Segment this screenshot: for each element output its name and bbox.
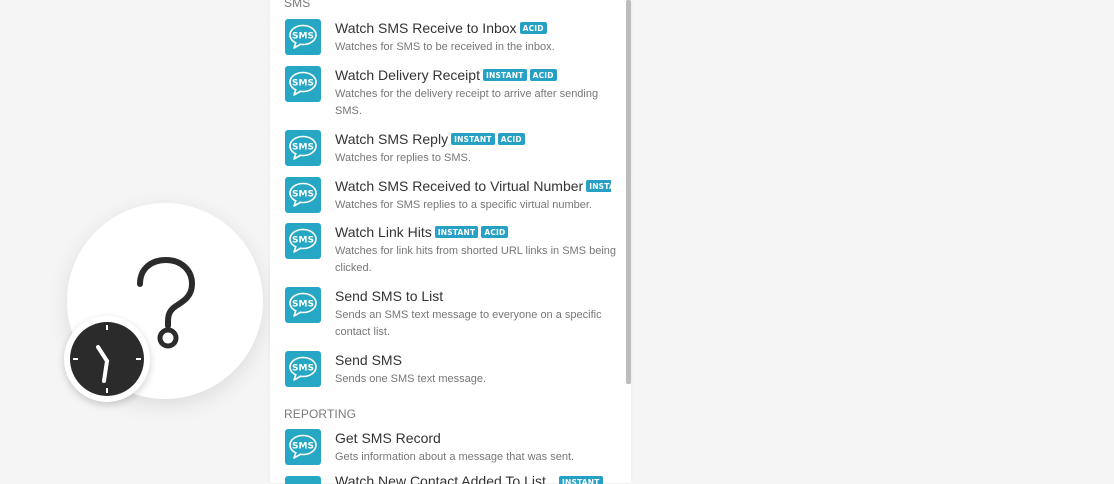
- sms-app-icon: SMS: [285, 19, 321, 55]
- module-description: Sends one SMS text message.: [335, 373, 487, 385]
- module-title: Send SMS: [335, 351, 402, 368]
- svg-text:SMS: SMS: [292, 79, 314, 89]
- sms-icon: SMS: [289, 356, 317, 381]
- svg-text:SMS: SMS: [292, 300, 314, 310]
- module-description: Sends an SMS text message to everyone on…: [335, 309, 602, 338]
- module-title: Watch SMS Received to Virtual Number: [335, 177, 584, 194]
- module-title: Watch SMS Receive to Inbox: [335, 19, 517, 36]
- module-title: Get SMS Record: [335, 429, 441, 446]
- module-title: Watch Delivery Receipt: [335, 66, 480, 83]
- instant-badge: INSTANT: [586, 179, 611, 192]
- module-description: Watches for the delivery receipt to arri…: [335, 88, 599, 117]
- sms-app-icon: SMS: [285, 223, 321, 259]
- module-title-row: Send SMS to List: [335, 287, 611, 307]
- sms-icon: SMS: [289, 434, 317, 459]
- module-title-row: Get SMS Record: [335, 429, 611, 449]
- sms-app-icon: SMS: [285, 287, 321, 323]
- acid-badge: ACID: [481, 225, 509, 238]
- svg-text:SMS: SMS: [292, 236, 314, 246]
- module-title: Watch SMS Reply: [335, 130, 449, 147]
- sms-app-icon: SMS: [285, 130, 321, 166]
- sms-icon: SMS: [289, 182, 317, 207]
- instant-badge: INSTANT: [434, 225, 479, 238]
- module-title-row: Watch SMS Received to Virtual Number INST…: [335, 177, 611, 197]
- module-description: Watches for SMS replies to a specific vi…: [335, 199, 592, 211]
- module-description: Watches for SMS to be received in the in…: [335, 41, 555, 53]
- svg-text:SMS: SMS: [292, 32, 314, 42]
- acid-badge: ACID: [497, 132, 525, 145]
- section-header-sms: SMS: [284, 0, 311, 10]
- sms-icon: SMS: [289, 228, 317, 253]
- sms-app-icon: SMS: [285, 351, 321, 387]
- module-title-row: Watch SMS Receive to Inbox ACID: [335, 19, 611, 39]
- svg-text:SMS: SMS: [292, 442, 314, 452]
- sms-icon: SMS: [289, 24, 317, 49]
- module-title: Watch Link Hits: [335, 223, 432, 240]
- instant-badge: INSTANT: [482, 68, 527, 81]
- sms-app-icon: SMS: [285, 66, 321, 102]
- acid-badge: ACID: [529, 68, 557, 81]
- module-title-row: Watch Link Hits INSTANT ACID: [335, 223, 611, 243]
- acid-badge: ACID: [519, 21, 547, 34]
- sms-app-icon: SMS: [285, 429, 321, 465]
- module-description: Watches for link hits from shorted URL l…: [335, 245, 617, 274]
- scheduling-clock-badge[interactable]: [64, 316, 150, 402]
- module-description: Gets information about a message that wa…: [335, 451, 575, 463]
- module-description: Watches for replies to SMS.: [335, 152, 471, 164]
- svg-text:SMS: SMS: [292, 364, 314, 374]
- svg-text:SMS: SMS: [292, 143, 314, 153]
- svg-text:SMS: SMS: [292, 190, 314, 200]
- clock-icon: [70, 322, 144, 396]
- module-title-row: Watch Delivery Receipt INSTANT ACID: [335, 66, 611, 86]
- module-title-row: Send SMS: [335, 351, 611, 371]
- sms-app-icon: SMS: [285, 177, 321, 213]
- sms-icon: SMS: [289, 71, 317, 96]
- instant-badge: INSTANT: [451, 132, 495, 145]
- sms-icon: SMS: [289, 292, 317, 317]
- section-header-reporting: REPORTING: [284, 407, 357, 421]
- module-title-row: Watch SMS Reply INSTANT ACID: [335, 130, 611, 150]
- sms-icon: SMS: [289, 135, 317, 160]
- module-title: Send SMS to List: [335, 287, 444, 304]
- scrollbar[interactable]: [626, 0, 631, 384]
